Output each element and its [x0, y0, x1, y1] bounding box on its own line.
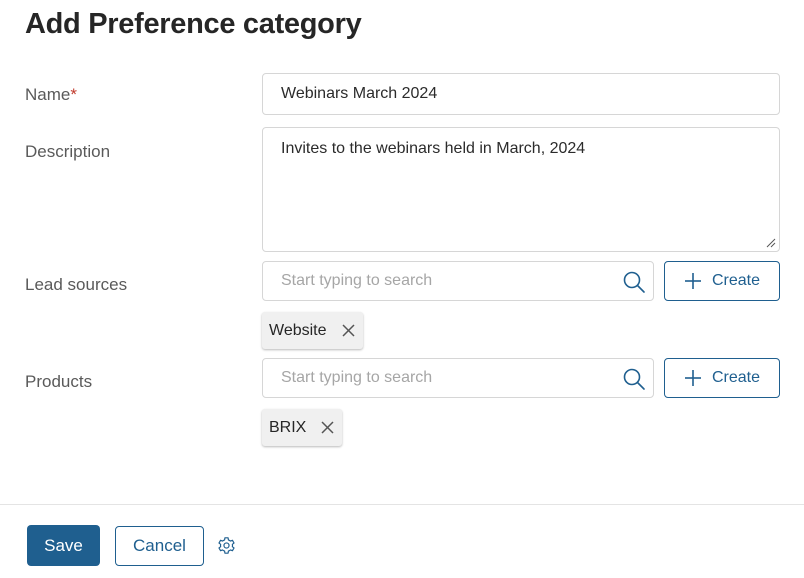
description-label: Description [25, 142, 111, 161]
page-title: Add Preference category [25, 8, 362, 40]
required-mark: * [70, 85, 77, 104]
gear-icon[interactable] [217, 536, 236, 555]
products-search [262, 358, 654, 398]
search-icon[interactable] [622, 367, 646, 391]
plus-icon [684, 370, 701, 386]
name-input[interactable] [262, 73, 780, 115]
cancel-button[interactable]: Cancel [115, 526, 204, 566]
description-textarea[interactable]: Invites to the webinars held in March, 2… [262, 127, 780, 252]
product-tag-brix: BRIX [262, 409, 343, 446]
products-label: Products [25, 372, 93, 391]
lead-sources-create-button[interactable]: Create [664, 261, 780, 301]
name-label-text: Name [25, 85, 71, 104]
tag-label: Website [269, 321, 327, 339]
close-icon[interactable] [341, 324, 355, 337]
footer-divider [0, 504, 804, 505]
save-button[interactable]: Save [27, 525, 100, 566]
lead-source-tag-website: Website [262, 312, 363, 349]
products-search-input[interactable] [263, 359, 613, 397]
plus-icon [684, 273, 701, 289]
search-icon[interactable] [622, 270, 646, 294]
resize-grip-icon[interactable] [766, 238, 776, 248]
lead-sources-search [262, 261, 654, 301]
lead-sources-create-label: Create [711, 272, 761, 289]
lead-sources-search-input[interactable] [263, 262, 613, 300]
lead-sources-label: Lead sources [25, 275, 128, 294]
products-create-label: Create [711, 369, 761, 386]
name-label: Name* [25, 85, 77, 105]
products-create-button[interactable]: Create [664, 358, 780, 398]
tag-label: BRIX [269, 418, 307, 436]
close-icon[interactable] [321, 421, 334, 434]
